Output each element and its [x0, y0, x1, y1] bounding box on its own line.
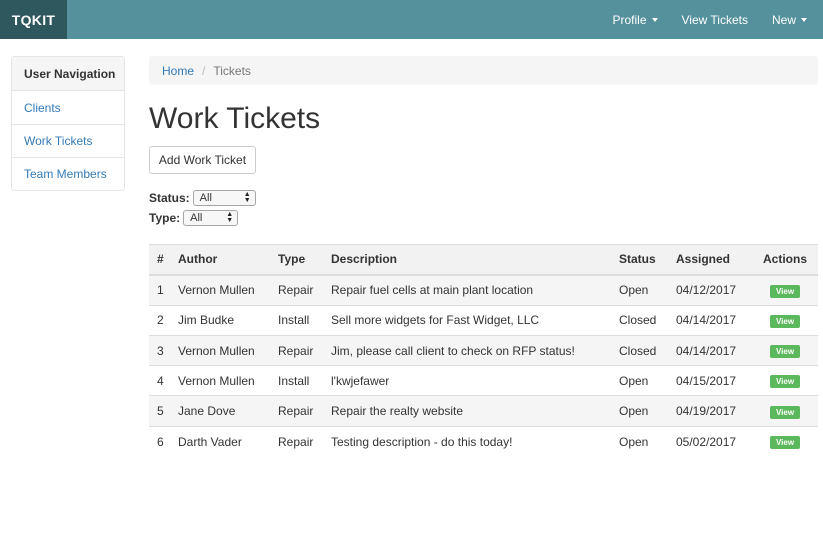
cell-author: Jim Budke	[178, 313, 235, 328]
nav-profile-label: Profile	[612, 12, 647, 27]
nav-view-tickets-link[interactable]: View Tickets	[682, 13, 748, 27]
column-header-assigned: Assigned	[676, 252, 731, 267]
cell-description: l'kwjefawer	[331, 373, 390, 388]
breadcrumb: Home / Tickets	[149, 56, 818, 85]
view-button[interactable]: View	[769, 345, 801, 359]
cell-type: Install	[278, 313, 310, 328]
view-button[interactable]: View	[769, 405, 801, 419]
top-navbar: TQKIT Profile View Tickets New	[0, 0, 823, 39]
status-filter: Status: All ▲ ▼	[149, 190, 256, 206]
status-select-value: All	[199, 192, 212, 204]
cell-description: Repair the realty website	[331, 404, 464, 419]
cell-author: Vernon Mullen	[178, 343, 255, 358]
column-header-author: Author	[178, 252, 218, 267]
cell-type: Repair	[278, 404, 314, 419]
sidebar-item-team-members[interactable]: Team Members	[12, 157, 124, 190]
cell-assigned: 05/02/2017	[676, 434, 737, 449]
sidebar-item-work-tickets[interactable]: Work Tickets	[12, 124, 124, 157]
status-select[interactable]: All ▲ ▼	[192, 190, 256, 206]
cell-author: Jane Dove	[178, 404, 236, 419]
cell-description: Repair fuel cells at main plant location	[331, 283, 534, 298]
breadcrumb-current: Tickets	[213, 63, 251, 78]
type-filter-label: Type:	[149, 211, 181, 225]
cell-status: Open	[619, 434, 649, 449]
column-header-description: Description	[331, 252, 398, 267]
column-header-actions: Actions	[762, 252, 807, 267]
page-title: Work Tickets	[149, 102, 321, 135]
table-row: 6 Darth Vader Repair Testing description…	[149, 426, 818, 457]
table-row: 2 Jim Budke Install Sell more widgets fo…	[149, 305, 818, 336]
cell-description: Jim, please call client to check on RFP …	[331, 343, 575, 358]
cell-assigned: 04/19/2017	[676, 404, 737, 419]
view-button[interactable]: View	[769, 436, 801, 450]
nav-new-dropdown[interactable]: New	[772, 13, 807, 27]
type-select[interactable]: All ▲ ▼	[183, 210, 239, 226]
breadcrumb-separator: /	[202, 63, 206, 78]
table-row: 3 Vernon Mullen Repair Jim, please call …	[149, 335, 818, 366]
cell-actions: View	[752, 426, 818, 456]
cell-id: 4	[157, 373, 164, 388]
cell-status: Closed	[619, 313, 657, 328]
cell-author: Vernon Mullen	[178, 373, 255, 388]
table-row: 1 Vernon Mullen Repair Repair fuel cells…	[149, 274, 818, 306]
brand-logo[interactable]: TQKIT	[0, 0, 67, 39]
cell-type: Repair	[278, 283, 314, 298]
sidebar-item-clients[interactable]: Clients	[12, 91, 124, 124]
cell-description: Sell more widgets for Fast Widget, LLC	[331, 313, 540, 328]
cell-status: Open	[619, 373, 649, 388]
cell-type: Repair	[278, 434, 314, 449]
nav-new-label: New	[771, 12, 796, 27]
cell-assigned: 04/15/2017	[676, 373, 737, 388]
type-select-value: All	[190, 212, 203, 224]
view-button[interactable]: View	[769, 375, 801, 389]
add-work-ticket-button[interactable]: Add Work Ticket	[149, 146, 256, 174]
cell-id: 3	[157, 343, 164, 358]
sidebar-user-navigation: User Navigation Clients Work Tickets Tea…	[11, 56, 125, 191]
view-button[interactable]: View	[769, 314, 801, 328]
cell-description: Testing description - do this today!	[331, 434, 513, 449]
nav-profile-dropdown[interactable]: Profile	[613, 13, 658, 27]
cell-assigned: 04/14/2017	[676, 343, 737, 358]
column-header-type: Type	[278, 252, 306, 267]
cell-status: Open	[619, 283, 649, 298]
cell-actions: View	[752, 305, 818, 335]
cell-author: Darth Vader	[178, 434, 242, 449]
cell-id: 2	[157, 313, 164, 328]
cell-actions: View	[752, 335, 818, 365]
cell-actions: View	[752, 366, 818, 396]
cell-actions: View	[752, 275, 818, 305]
cell-type: Install	[278, 373, 310, 388]
navbar-menu: Profile View Tickets New	[613, 0, 807, 39]
cell-assigned: 04/12/2017	[676, 283, 737, 298]
cell-author: Vernon Mullen	[178, 283, 255, 298]
cell-status: Open	[619, 404, 649, 419]
table-row: 4 Vernon Mullen Install l'kwjefawer Open…	[149, 365, 818, 396]
caret-down-icon	[651, 17, 658, 22]
table-header-row: # Author Type Description Status Assigne…	[149, 244, 818, 275]
select-arrows-icon: ▲ ▼	[226, 211, 234, 224]
cell-status: Closed	[619, 343, 657, 358]
table-row: 5 Jane Dove Repair Repair the realty web…	[149, 395, 818, 427]
work-tickets-table: # Author Type Description Status Assigne…	[149, 244, 818, 457]
cell-assigned: 04/14/2017	[676, 313, 737, 328]
cell-id: 1	[157, 283, 164, 298]
view-button[interactable]: View	[769, 284, 801, 298]
type-filter: Type: All ▲ ▼	[149, 210, 239, 226]
status-filter-label: Status:	[149, 191, 190, 205]
cell-id: 6	[157, 434, 164, 449]
column-header-number: #	[157, 252, 164, 267]
cell-actions: View	[752, 396, 818, 426]
column-header-status: Status	[619, 252, 656, 267]
cell-id: 5	[157, 404, 164, 419]
breadcrumb-home-link[interactable]: Home	[162, 64, 194, 78]
select-arrows-icon: ▲ ▼	[243, 191, 251, 204]
nav-view-tickets-label: View Tickets	[681, 12, 748, 27]
cell-type: Repair	[278, 343, 314, 358]
sidebar-heading: User Navigation	[12, 57, 124, 91]
caret-down-icon	[801, 17, 807, 22]
